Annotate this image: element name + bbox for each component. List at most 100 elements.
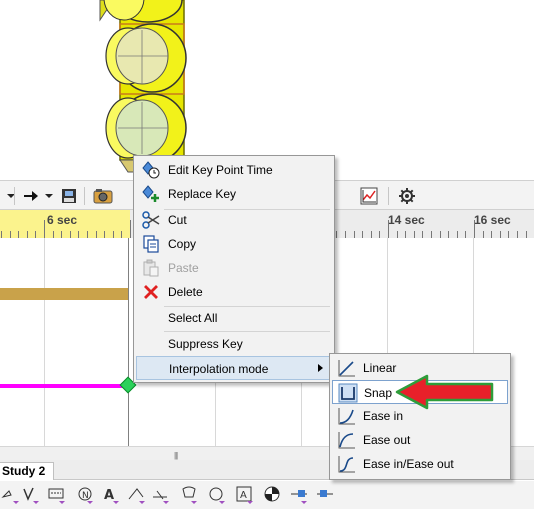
menu-item-copy[interactable]: Copy [136,232,332,256]
ruler-tick [465,231,466,238]
ruler-tick [27,231,28,238]
ruler-tick [18,231,19,238]
ruler-tick [474,220,475,238]
ruler-tick [371,231,372,238]
key-clock-icon [142,161,160,179]
menu-item-label: Edit Key Point Time [168,163,273,177]
grid-line [44,238,45,446]
menu-item-delete[interactable]: Delete [136,280,332,304]
ruler-tick [10,231,11,238]
copy-icon [142,235,160,253]
menu-item-label: Paste [168,261,199,275]
submenu-item-label: Ease in/Ease out [363,457,454,471]
ruler-tick [422,231,423,238]
menu-item-label: Select All [168,311,218,325]
delete-x-icon [142,283,160,301]
ruler-tick [414,231,415,238]
ruler-tick [431,231,432,238]
ruler-tick [121,231,122,238]
ruler-tick [448,231,449,238]
ease-in-icon [337,406,357,426]
gravity-icon[interactable] [178,484,200,506]
component-timebar[interactable] [0,288,128,300]
film-save-icon[interactable] [58,185,80,207]
svg-text:A: A [104,488,114,503]
menu-item-suppress-key[interactable]: Suppress Key [136,332,332,356]
chart-results-icon[interactable] [358,185,380,207]
ruler-tick [70,231,71,238]
traffic-light-model[interactable] [0,0,534,178]
menu-item-paste: Paste [136,256,332,280]
ruler-tick [44,220,45,238]
ruler-tick [405,231,406,238]
submenu-item-ease-out[interactable]: Ease out [332,428,508,452]
menu-item-label: Cut [168,213,187,227]
ruler-tick [1,231,2,238]
ruler-tick [491,231,492,238]
ruler-tick [354,231,355,238]
ruler-tick [130,220,131,238]
motor-icon[interactable] [0,484,22,506]
ruler-tick [483,231,484,238]
ruler-label: 14 sec [388,213,425,227]
damper-icon[interactable] [126,484,148,506]
ruler-tick [96,231,97,238]
linear-icon [337,358,357,378]
menu-item-select-all[interactable]: Select All [136,306,332,330]
menu-item-interpolation-mode[interactable]: Interpolation mode [136,356,332,380]
menu-item-cut[interactable]: Cut [136,208,332,232]
interpolation-submenu: Linear Snap Ease in Ease out Ease in/Eas… [329,353,511,480]
time-bar-line[interactable] [128,238,129,446]
ruler-tick [508,231,509,238]
graphics-viewport[interactable] [0,0,534,178]
svg-text:A: A [240,490,247,501]
ruler-tick [78,231,79,238]
gear-icon[interactable] [396,185,418,207]
menu-item-replace-key[interactable]: Replace Key [136,182,332,206]
ease-out-icon [337,430,357,450]
ruler-label: 6 sec [47,213,78,227]
submenu-item-label: Ease out [363,433,411,447]
motion-features-toolbar: N A A [0,481,534,509]
results-icon[interactable] [206,484,228,506]
spring-icon[interactable] [46,484,68,506]
ruler-label: 16 sec [474,213,511,227]
key-step-forward-icon[interactable] [314,484,336,506]
submenu-item-label: Snap [364,386,393,400]
ruler-tick [526,231,527,238]
function-icon[interactable] [20,484,42,506]
ruler-tick [440,231,441,238]
motion-timebar[interactable] [0,384,128,388]
key-point-context-menu: Edit Key Point Time Replace Key Cut Copy… [133,155,335,383]
camera-icon[interactable] [92,185,114,207]
dropdown-chevron-icon[interactable] [0,185,22,207]
toolbar-separator [14,187,15,205]
torque-icon[interactable]: A [100,484,122,506]
tab-study[interactable]: Study 2 [0,462,54,480]
mass-properties-icon[interactable] [262,484,284,506]
key-step-back-icon[interactable] [288,484,310,506]
ruler-tick [457,231,458,238]
ruler-tick [104,231,105,238]
ruler-tick [517,231,518,238]
ruler-tick [500,231,501,238]
menu-item-label: Delete [168,285,203,299]
force-icon[interactable]: N [74,484,96,506]
contact-icon[interactable] [150,484,172,506]
submenu-item-label: Ease in [363,409,404,423]
menu-item-edit-key-point-time[interactable]: Edit Key Point Time [136,158,332,182]
ruler-tick [345,231,346,238]
menu-item-label: Replace Key [168,187,237,201]
chevron-down-icon[interactable] [38,185,60,207]
ruler-tick [379,231,380,238]
ruler-tick [336,231,337,238]
scroll-grip-icon[interactable]: ||| [174,451,178,460]
key-plus-icon [142,185,160,203]
calculate-icon[interactable]: A [234,484,256,506]
submenu-item-label: Linear [363,361,397,375]
svg-text:N: N [82,491,89,501]
snap-icon [338,383,358,403]
menu-item-label: Interpolation mode [169,362,269,376]
submenu-item-ease-in-ease-out[interactable]: Ease in/Ease out [332,452,508,476]
red-pointer-arrow-icon [395,374,494,410]
